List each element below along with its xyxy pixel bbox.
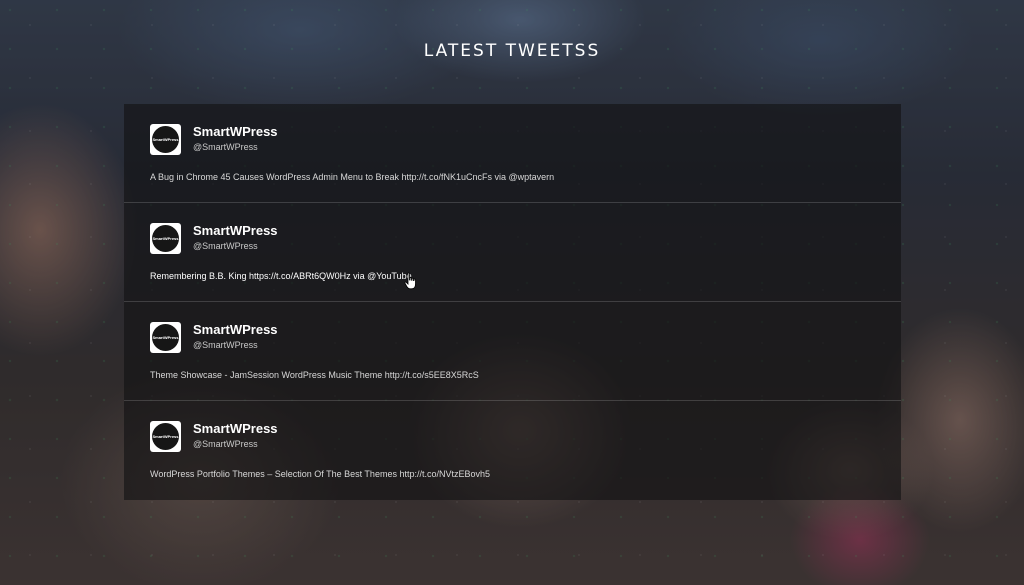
tweet-user-handle[interactable]: @SmartWPress: [193, 241, 258, 251]
hand-pointer-icon: [404, 272, 416, 290]
tweet-item: SmartWPress SmartWPress @SmartWPress Rem…: [124, 203, 901, 302]
avatar-logo: SmartWPress: [152, 324, 179, 351]
tweet-text: Remembering B.B. King https://t.co/ABRt6…: [150, 271, 412, 281]
avatar-logo: SmartWPress: [152, 423, 179, 450]
avatar[interactable]: SmartWPress: [150, 421, 181, 452]
tweet-list: SmartWPress SmartWPress @SmartWPress A B…: [124, 104, 901, 500]
tweet-user-name[interactable]: SmartWPress: [193, 223, 278, 238]
tweet-user-handle[interactable]: @SmartWPress: [193, 142, 258, 152]
section-title: LATEST TWEETSS: [423, 41, 601, 61]
tweet-user-name[interactable]: SmartWPress: [193, 421, 278, 436]
tweet-item: SmartWPress SmartWPress @SmartWPress A B…: [124, 104, 901, 203]
avatar-logo: SmartWPress: [152, 126, 179, 153]
tweet-text: A Bug in Chrome 45 Causes WordPress Admi…: [150, 172, 555, 182]
tweet-user-name[interactable]: SmartWPress: [193, 124, 278, 139]
avatar[interactable]: SmartWPress: [150, 223, 181, 254]
tweet-text: WordPress Portfolio Themes – Selection O…: [150, 469, 490, 479]
tweet-user-handle[interactable]: @SmartWPress: [193, 340, 258, 350]
tweet-text: Theme Showcase - JamSession WordPress Mu…: [150, 370, 479, 380]
tweet-user-handle[interactable]: @SmartWPress: [193, 439, 258, 449]
avatar[interactable]: SmartWPress: [150, 322, 181, 353]
tweet-user-name[interactable]: SmartWPress: [193, 322, 278, 337]
avatar[interactable]: SmartWPress: [150, 124, 181, 155]
avatar-logo: SmartWPress: [152, 225, 179, 252]
tweet-item: SmartWPress SmartWPress @SmartWPress The…: [124, 302, 901, 401]
tweet-item: SmartWPress SmartWPress @SmartWPress Wor…: [124, 401, 901, 500]
